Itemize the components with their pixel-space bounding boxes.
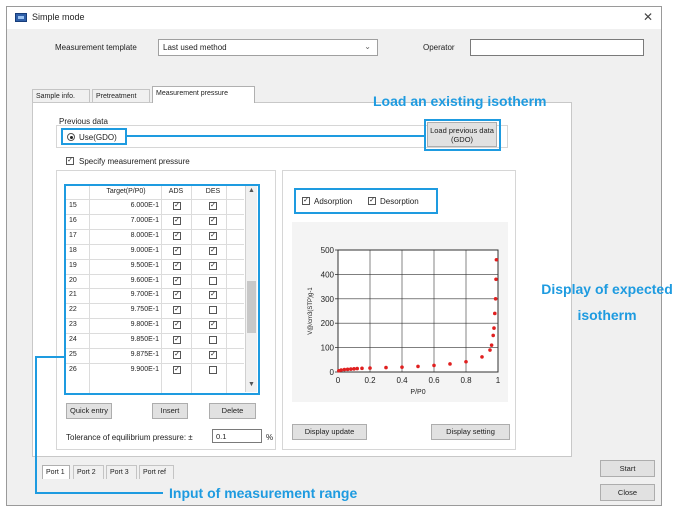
connector-line-input-vertical: [35, 356, 37, 494]
template-value: Last used method: [163, 43, 227, 52]
x-tick-label: 0.4: [396, 376, 408, 385]
specify-pressure-label: Specify measurement pressure: [79, 157, 190, 166]
y-tick-label: 100: [321, 344, 335, 353]
chevron-down-icon: ⌄: [364, 42, 371, 51]
tab-port-ref[interactable]: Port ref: [139, 465, 174, 479]
tolerance-unit: %: [266, 433, 274, 442]
display-update-button[interactable]: Display update: [292, 424, 367, 440]
y-tick-label: 300: [321, 295, 335, 304]
display-setting-button[interactable]: Display setting: [431, 424, 510, 440]
data-point: [488, 348, 492, 352]
tab-port-1[interactable]: Port 1: [42, 465, 70, 479]
start-button[interactable]: Start: [600, 460, 655, 477]
connector-line-load: [127, 135, 425, 137]
data-point: [384, 365, 388, 370]
delete-button[interactable]: Delete: [209, 403, 256, 419]
callout-display-title-line1: Display of expected isotherm: [523, 276, 690, 328]
y-tick-label: 500: [321, 246, 335, 255]
data-point: [492, 326, 496, 330]
app-icon: [15, 13, 27, 22]
tab-port-3[interactable]: Port 3: [106, 465, 137, 479]
title-bar: Simple mode ✕: [7, 7, 661, 29]
data-point: [352, 367, 356, 371]
callout-load-isotherm: Load an existing isotherm: [373, 93, 547, 109]
close-icon[interactable]: ✕: [643, 10, 653, 24]
tab-port-2[interactable]: Port 2: [73, 465, 104, 479]
template-select[interactable]: Last used method ⌄: [158, 39, 378, 56]
data-point: [493, 297, 498, 301]
x-tick-label: 0.6: [428, 376, 440, 385]
tolerance-input[interactable]: 0.1: [212, 429, 262, 443]
x-tick-label: 0: [336, 376, 341, 385]
display-options-highlight: [294, 188, 438, 214]
data-point: [416, 364, 420, 369]
data-point: [345, 367, 350, 372]
y-tick-label: 400: [321, 270, 335, 279]
window-title: Simple mode: [32, 12, 85, 22]
tab-pretreatment[interactable]: Pretreatment: [92, 89, 150, 103]
callout-display-text: Display of expected isotherm: [541, 281, 673, 323]
tolerance-label: Tolerance of equilibrium pressure: ±: [66, 433, 193, 442]
x-tick-label: 1: [496, 376, 501, 385]
x-tick-label: 0.8: [460, 376, 472, 385]
y-axis-label: V@/cm3(STP)g-1: [308, 287, 314, 335]
data-point: [448, 362, 452, 366]
y-tick-label: 200: [321, 319, 335, 328]
template-label: Measurement template: [55, 43, 137, 52]
data-point: [342, 367, 347, 372]
load-button-highlight: [424, 119, 501, 151]
operator-input[interactable]: [470, 39, 644, 56]
data-point: [339, 368, 343, 372]
operator-label: Operator: [423, 43, 455, 52]
insert-button[interactable]: Insert: [152, 403, 188, 419]
callout-input-range: Input of measurement range: [169, 485, 358, 501]
data-point: [349, 367, 353, 371]
data-point: [494, 257, 499, 262]
radio-highlight: [61, 128, 127, 145]
y-tick-label: 0: [330, 368, 335, 377]
data-point: [489, 343, 494, 347]
data-point: [464, 359, 468, 364]
close-button[interactable]: Close: [600, 484, 655, 501]
data-point: [400, 365, 404, 369]
tab-measurement-pressure[interactable]: Measurement pressure: [152, 86, 255, 103]
quick-entry-button[interactable]: Quick entry: [66, 403, 112, 419]
connector-line-input-top: [35, 356, 65, 358]
x-tick-label: 0.2: [364, 376, 376, 385]
data-point: [480, 355, 484, 359]
x-axis-label: P/P0: [410, 389, 425, 396]
expected-isotherm-chart: 0 0.2 0.4 0.6 0.8 1 0 100 200 300 400 500 P/P0 V@/cm3…: [308, 246, 501, 396]
specify-pressure-checkbox[interactable]: ✓: [66, 157, 74, 165]
data-point: [432, 363, 436, 368]
data-point: [491, 333, 495, 338]
plot-area: [337, 249, 499, 373]
data-point: [360, 366, 364, 371]
data-point: [494, 277, 498, 282]
data-point: [368, 366, 372, 370]
connector-line-input-bottom: [35, 492, 163, 494]
data-point: [493, 311, 497, 316]
data-point: [355, 366, 359, 371]
table-highlight: [64, 184, 260, 395]
tab-sample-info[interactable]: Sample info.: [32, 89, 90, 103]
